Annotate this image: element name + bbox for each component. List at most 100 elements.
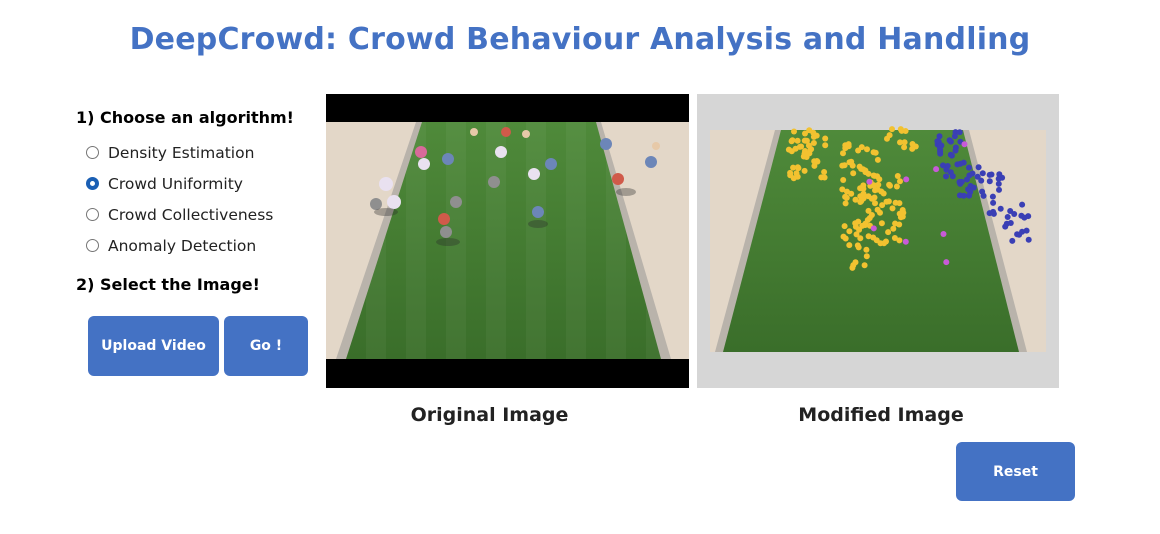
trajectory-point xyxy=(791,128,797,135)
trajectory-point xyxy=(846,228,853,235)
trajectory-point xyxy=(1021,214,1028,221)
radio-density-estimation[interactable]: Density Estimation xyxy=(86,137,273,168)
trajectory-point xyxy=(874,156,881,163)
modified-image xyxy=(697,94,1059,388)
trajectory-point xyxy=(877,209,883,216)
trajectory-point xyxy=(841,223,848,230)
trajectory-point xyxy=(863,253,870,260)
step2-heading: 2) Select the Image! xyxy=(76,275,260,294)
trajectory-point xyxy=(822,142,829,149)
trajectory-point xyxy=(897,139,903,146)
trajectory-point xyxy=(902,238,909,245)
trajectory-point xyxy=(846,159,853,166)
trajectory-point xyxy=(861,262,868,269)
trajectory-point xyxy=(870,149,877,156)
trajectory-point xyxy=(989,193,996,200)
trajectory-point xyxy=(986,171,993,178)
trajectory-point xyxy=(960,192,967,199)
trajectory-point xyxy=(886,132,893,139)
trajectory-point xyxy=(947,169,954,176)
trajectory-point xyxy=(842,200,849,207)
trajectory-point xyxy=(855,147,862,154)
trajectory-point xyxy=(1011,211,1018,217)
trajectory-point xyxy=(893,183,900,190)
trajectory-point xyxy=(811,162,818,169)
trajectory-point xyxy=(899,213,906,220)
trajectory-point xyxy=(990,199,997,206)
trajectory-point xyxy=(806,127,813,134)
trajectory-point xyxy=(887,182,893,189)
trajectory-point xyxy=(897,178,903,185)
trajectory-point xyxy=(890,225,897,232)
trajectory-point xyxy=(892,199,899,206)
trajectory-point xyxy=(870,225,877,232)
trajectory-point xyxy=(872,187,878,194)
trajectory-point xyxy=(958,178,965,185)
go-button[interactable]: Go ! xyxy=(224,316,308,376)
modified-image-caption: Modified Image xyxy=(798,404,964,426)
trajectory-point xyxy=(821,169,828,175)
trajectory-point xyxy=(947,151,954,158)
trajectory-point xyxy=(1025,236,1032,243)
trajectory-point xyxy=(852,259,859,266)
trajectory-point xyxy=(854,242,861,249)
trajectory-point xyxy=(874,173,881,180)
trajectory-point xyxy=(802,137,809,144)
trajectory-point xyxy=(979,170,986,177)
trajectory-point xyxy=(794,173,801,180)
trajectory-point xyxy=(850,170,857,177)
trajectory-point xyxy=(995,180,1002,187)
trajectory-point xyxy=(943,173,949,180)
radio-label: Anomaly Detection xyxy=(108,236,257,255)
algorithm-radio-group: Density Estimation Crowd Uniformity Crow… xyxy=(86,137,273,261)
trajectory-point xyxy=(902,128,909,134)
radio-crowd-uniformity[interactable]: Crowd Uniformity xyxy=(86,168,273,199)
reset-button[interactable]: Reset xyxy=(956,442,1075,501)
trajectory-point xyxy=(961,141,968,148)
trajectory-point xyxy=(889,205,896,212)
trajectory-point xyxy=(995,175,1002,182)
trajectory-point xyxy=(990,210,997,217)
trajectory-point xyxy=(943,259,950,266)
radio-button[interactable] xyxy=(86,146,99,159)
trajectory-point xyxy=(868,212,875,218)
radio-button-selected[interactable] xyxy=(86,177,99,190)
upload-video-button[interactable]: Upload Video xyxy=(88,316,219,376)
trajectory-point xyxy=(896,237,903,244)
trajectory-point xyxy=(1016,231,1023,238)
trajectory-point xyxy=(860,166,867,173)
trajectory-point xyxy=(846,242,853,249)
trajectory-point xyxy=(940,162,946,169)
trajectory-point xyxy=(1009,237,1016,244)
trajectory-point xyxy=(858,198,865,205)
trajectory-point xyxy=(871,194,878,201)
trajectory-point xyxy=(952,147,959,154)
radio-anomaly-detection[interactable]: Anomaly Detection xyxy=(86,230,273,261)
trajectory-point xyxy=(951,133,958,140)
trajectory-point xyxy=(848,190,855,197)
trajectory-point xyxy=(840,233,847,240)
radio-button[interactable] xyxy=(86,208,99,221)
trajectory-point xyxy=(849,264,856,271)
trajectory-point xyxy=(883,198,890,205)
trajectory-point xyxy=(839,186,846,193)
trajectory-point xyxy=(1004,214,1011,220)
trajectory-point xyxy=(909,141,916,147)
step1-heading: 1) Choose an algorithm! xyxy=(76,108,294,127)
trajectory-point xyxy=(865,233,872,240)
trajectory-point xyxy=(1019,201,1026,208)
trajectory-point xyxy=(937,148,944,155)
trajectory-point xyxy=(843,194,850,201)
radio-crowd-collectiveness[interactable]: Crowd Collectiveness xyxy=(86,199,273,230)
radio-button[interactable] xyxy=(86,239,99,252)
trajectory-point xyxy=(889,126,895,133)
trajectory-point xyxy=(965,186,972,193)
trajectory-point xyxy=(880,190,887,197)
trajectory-point xyxy=(842,145,849,152)
trajectory-point xyxy=(1023,227,1030,234)
trajectory-point xyxy=(966,164,972,171)
trajectory-point xyxy=(794,137,801,144)
trajectory-point xyxy=(964,176,970,183)
trajectory-point xyxy=(970,184,977,191)
trajectory-point xyxy=(813,132,820,139)
